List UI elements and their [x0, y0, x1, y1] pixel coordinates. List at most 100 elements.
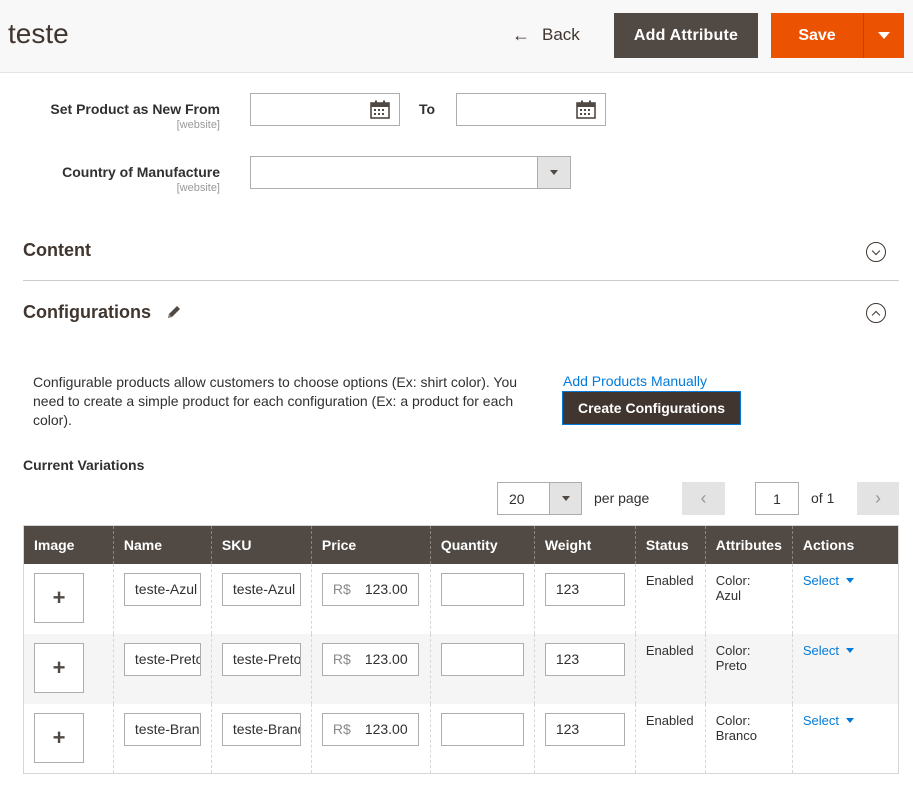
previous-page-button[interactable]: ‹ [682, 482, 725, 515]
actions-select-label: Select [802, 642, 840, 658]
sku-input[interactable]: teste-Preto [221, 642, 301, 676]
status-text: Enabled [645, 712, 694, 728]
new-from-scope: [website] [176, 119, 220, 131]
caret-down-icon [846, 647, 855, 653]
content-expand-toggle[interactable] [866, 242, 886, 262]
back-label: Back [542, 25, 580, 44]
per-page-select[interactable]: 20 [497, 482, 582, 515]
back-button[interactable]: ← Back [512, 20, 580, 50]
price-value: 123.00 [364, 651, 408, 667]
plus-icon: + [52, 654, 66, 680]
name-input[interactable]: teste-Azul [123, 572, 201, 606]
content-section-title[interactable]: Content [23, 240, 91, 261]
add-image-button[interactable]: + [34, 642, 84, 693]
price-input[interactable]: R$ 123.00 [321, 712, 419, 746]
table-row: + teste-Branco teste-Branco R$ 123.00 123… [24, 703, 899, 774]
configurations-collapse-toggle[interactable] [866, 303, 886, 323]
actions-select-label: Select [802, 712, 840, 728]
quantity-input[interactable] [440, 642, 524, 676]
to-label: To [419, 101, 436, 117]
add-image-button[interactable]: + [34, 712, 84, 763]
select-arrow[interactable] [537, 157, 570, 188]
actions-select[interactable]: Select [802, 642, 855, 658]
calendar-icon[interactable] [370, 100, 390, 119]
section-divider [23, 280, 899, 281]
chevron-left-icon: ‹ [700, 488, 707, 508]
new-to-date-input[interactable] [456, 93, 606, 126]
next-page-button[interactable]: › [857, 482, 899, 515]
weight-input[interactable]: 123 [544, 642, 625, 676]
table-header-row: Image Name SKU Price Quantity Weight Sta… [23, 525, 899, 564]
page-number-input[interactable]: 1 [755, 482, 799, 515]
plus-icon: + [52, 724, 66, 750]
currency-prefix: R$ [332, 721, 351, 737]
caret-down-icon [561, 496, 570, 501]
attribute-value: Preto [715, 657, 747, 673]
chevron-down-icon [871, 246, 881, 255]
save-options-toggle[interactable] [863, 13, 904, 58]
caret-down-icon [846, 717, 855, 723]
actions-select[interactable]: Select [803, 573, 855, 588]
per-page-arrow[interactable] [549, 483, 581, 514]
status-text: Enabled [645, 572, 694, 588]
name-input[interactable]: teste-Branco [123, 712, 201, 746]
price-input[interactable]: R$ 123.00 [321, 642, 419, 676]
price-value: 123.00 [364, 581, 408, 597]
column-header-price: Price [310, 525, 431, 564]
current-variations-heading: Current Variations [23, 457, 145, 473]
sku-input[interactable]: teste-Branco [221, 712, 301, 746]
page-title: teste [8, 18, 69, 49]
table-row: + teste-Azul teste-Azul R$ 123.00 123 Ena… [24, 563, 899, 634]
new-from-label: Set Product as New From [50, 101, 220, 117]
add-attribute-button[interactable]: Add Attribute [614, 13, 758, 58]
new-from-date-input[interactable] [250, 93, 400, 126]
page-header: teste ← Back Add Attribute Save [0, 0, 913, 73]
price-value: 123.00 [364, 721, 408, 737]
variations-table: Image Name SKU Price Quantity Weight Sta… [23, 525, 899, 774]
arrow-left-icon: ← [512, 24, 530, 45]
column-header-image: Image [23, 525, 114, 564]
status-text: Enabled [645, 642, 694, 658]
column-header-status: Status [634, 525, 706, 564]
country-scope: [website] [176, 182, 220, 194]
quantity-input[interactable] [440, 712, 524, 746]
add-image-button[interactable]: + [34, 572, 84, 623]
weight-input[interactable]: 123 [544, 572, 625, 606]
create-configurations-button[interactable]: Create Configurations [562, 391, 741, 425]
quantity-input[interactable] [440, 572, 524, 606]
per-page-value: 20 [509, 491, 525, 507]
chevron-up-icon [871, 310, 881, 319]
price-input[interactable]: R$ 123.00 [321, 572, 419, 606]
chevron-right-icon: › [875, 488, 881, 508]
caret-down-icon [550, 170, 558, 175]
save-button[interactable]: Save [771, 13, 863, 58]
page-total-label: of 1 [811, 490, 835, 506]
attribute-label: Color: [715, 572, 751, 588]
column-header-weight: Weight [533, 525, 636, 564]
actions-select[interactable]: Select [802, 712, 855, 728]
plus-icon: + [52, 584, 66, 610]
column-header-sku: SKU [210, 525, 312, 564]
per-page-label: per page [594, 490, 650, 506]
configurations-section-title[interactable]: Configurations [23, 302, 151, 323]
table-row: + teste-Preto teste-Preto R$ 123.00 123 E… [23, 633, 899, 704]
column-header-attributes: Attributes [704, 525, 793, 564]
add-products-manually-link[interactable]: Add Products Manually [563, 373, 707, 389]
country-select[interactable] [250, 156, 571, 189]
sku-input[interactable]: teste-Azul [221, 572, 301, 606]
calendar-icon[interactable] [576, 100, 596, 119]
currency-prefix: R$ [332, 581, 351, 597]
attribute-label: Color: [715, 642, 751, 658]
attribute-label: Color: [715, 712, 751, 728]
name-input[interactable]: teste-Preto [123, 642, 201, 676]
attribute-value: Branco [715, 727, 757, 743]
country-label: Country of Manufacture [62, 164, 220, 180]
caret-down-icon [878, 32, 890, 39]
column-header-quantity: Quantity [429, 525, 535, 564]
weight-input[interactable]: 123 [544, 712, 625, 746]
configurations-description: Configurable products allow customers to… [33, 374, 518, 428]
attribute-value: Azul [715, 587, 742, 603]
edit-pencil-icon[interactable] [166, 304, 182, 320]
caret-down-icon [846, 577, 855, 583]
column-header-actions: Actions [791, 525, 899, 564]
